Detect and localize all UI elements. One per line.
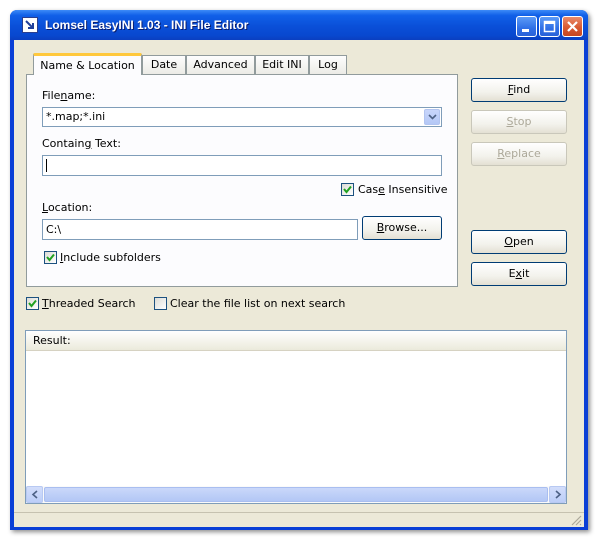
scroll-right-icon: [555, 490, 562, 499]
browse-button[interactable]: Browse...: [362, 216, 442, 240]
contains-text-label: Containg Text:: [42, 137, 121, 150]
include-subfolders-label[interactable]: Include subfolders: [60, 251, 161, 264]
horizontal-scrollbar[interactable]: [26, 486, 566, 503]
exit-button[interactable]: Exit: [471, 262, 567, 286]
dropdown-arrow-icon: [428, 114, 437, 120]
replace-button[interactable]: Replace: [471, 142, 567, 166]
window-title: Lomsel EasyINI 1.03 - INI File Editor: [45, 18, 249, 32]
app-window: Lomsel EasyINI 1.03 - INI File Editor Na…: [10, 10, 588, 530]
location-label: Location:: [42, 201, 93, 214]
tab-panel: Filename: *.map;*.ini Containg Text: Cas…: [26, 74, 458, 287]
clear-list-checkbox[interactable]: [154, 297, 167, 310]
include-subfolders-checkbox[interactable]: [44, 251, 57, 264]
close-button[interactable]: [562, 16, 583, 37]
tab-advanced[interactable]: Advanced: [186, 55, 255, 74]
stop-button[interactable]: Stop: [471, 110, 567, 134]
find-button[interactable]: Find: [471, 78, 567, 102]
contains-text-input[interactable]: [42, 155, 442, 176]
checkmark-icon: [343, 185, 352, 194]
filename-combo[interactable]: *.map;*.ini: [42, 107, 442, 127]
location-input[interactable]: C:\: [42, 219, 358, 240]
result-column-header[interactable]: Result:: [26, 331, 566, 351]
checkmark-icon: [46, 253, 55, 262]
scroll-left-icon: [31, 490, 38, 499]
open-button[interactable]: Open: [471, 230, 567, 254]
text-cursor: [46, 159, 47, 172]
status-bar: [14, 512, 584, 527]
resize-grip-icon[interactable]: [570, 514, 582, 526]
scroll-left-button[interactable]: [26, 486, 43, 503]
location-value: C:\: [46, 223, 62, 236]
close-icon: [567, 21, 578, 32]
maximize-button[interactable]: [539, 16, 560, 37]
dropdown-button[interactable]: [424, 109, 440, 125]
minimize-icon: [522, 29, 529, 32]
threaded-search-label[interactable]: Threaded Search: [42, 297, 136, 310]
app-icon[interactable]: [22, 17, 38, 33]
client-area: Name & Location Date Advanced Edit INI L…: [14, 40, 584, 527]
tab-name-location[interactable]: Name & Location: [33, 53, 142, 75]
filename-value: *.map;*.ini: [46, 110, 106, 123]
tab-edit-ini[interactable]: Edit INI: [255, 55, 309, 74]
filename-label: Filename:: [42, 89, 96, 102]
title-bar[interactable]: Lomsel EasyINI 1.03 - INI File Editor: [10, 10, 588, 40]
scrollbar-thumb[interactable]: [44, 487, 548, 502]
minimize-button[interactable]: [516, 16, 537, 37]
scroll-right-button[interactable]: [549, 486, 566, 503]
threaded-search-checkbox[interactable]: [26, 297, 39, 310]
result-list[interactable]: Result:: [25, 330, 567, 504]
checkmark-icon: [28, 299, 37, 308]
maximize-icon: [543, 20, 556, 33]
tab-log[interactable]: Log: [309, 55, 347, 74]
case-insensitive-label[interactable]: Case Insensitive: [358, 183, 448, 196]
tab-date[interactable]: Date: [142, 55, 186, 74]
case-insensitive-checkbox[interactable]: [341, 183, 354, 196]
clear-list-label[interactable]: Clear the file list on next search: [170, 297, 345, 310]
